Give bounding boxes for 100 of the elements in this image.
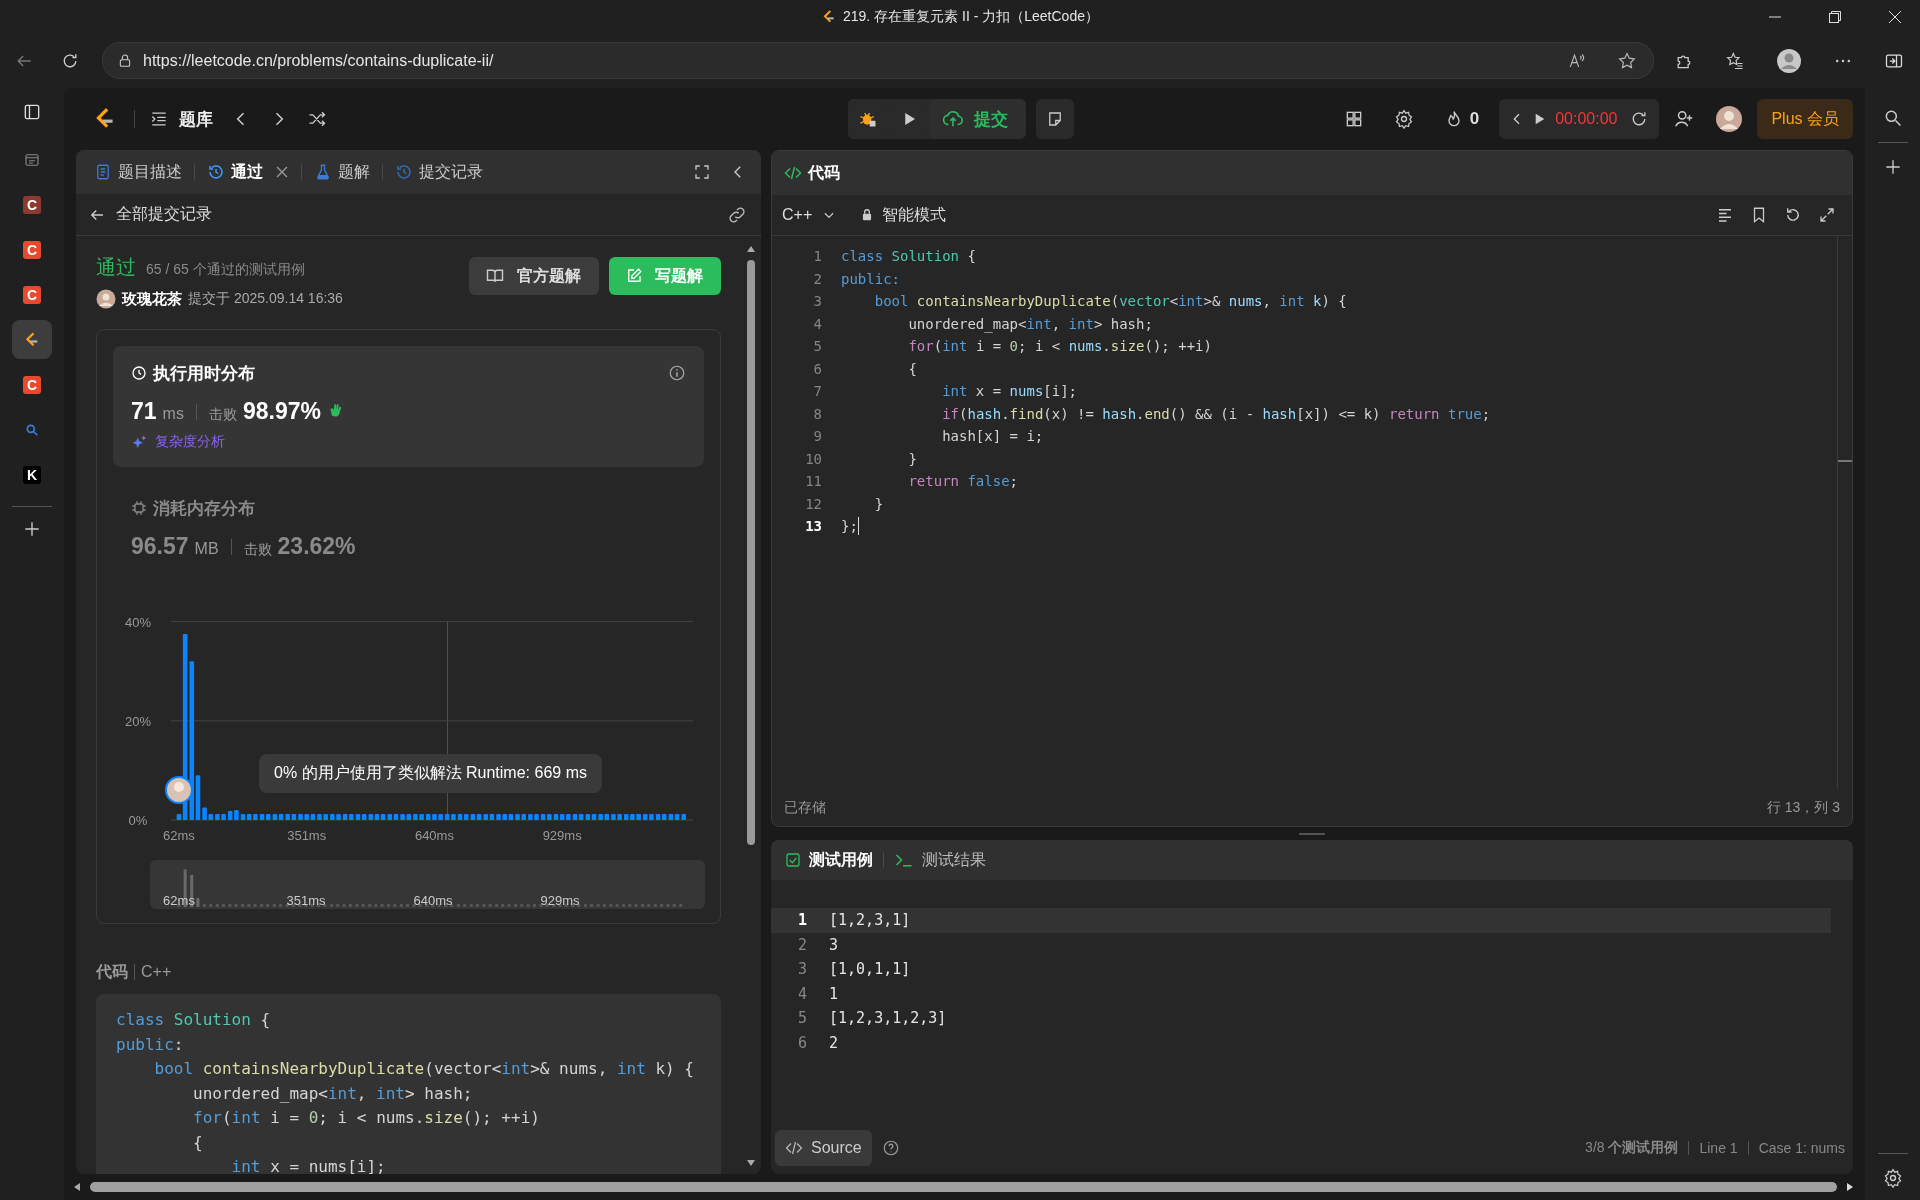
input-line[interactable]: 3 (829, 935, 839, 954)
code-line: int x = nums[i]; (941, 383, 1078, 400)
tab-item[interactable]: C (12, 365, 52, 404)
star-icon[interactable] (1617, 50, 1637, 71)
resize-handle[interactable] (1299, 832, 1325, 835)
tab[interactable]: 测试用例 (785, 849, 873, 871)
line-number: 1 (812, 248, 822, 265)
code-line: bool containsNearbyDuplicate(vector<int>& nums, int k) { (153, 1058, 695, 1080)
tab[interactable]: 题目描述 (92, 157, 184, 187)
input-line[interactable]: [1,0,1,1] (829, 960, 911, 979)
code-label: 代码 (96, 961, 128, 982)
checkbox-icon (785, 852, 801, 868)
memory-section[interactable]: 消耗内存分布 96.57 MB 击败 23.62% (113, 481, 704, 576)
section-title: 消耗内存分布 (153, 497, 255, 520)
code-line: } (907, 450, 917, 467)
site-icon: K (23, 465, 41, 484)
code-line: public: (116, 1033, 185, 1056)
code-line: hash[x] = i; (941, 428, 1044, 445)
tab-item[interactable]: C (12, 275, 52, 314)
language-select[interactable]: C++ (782, 206, 837, 224)
line-number: 11 (804, 473, 822, 490)
axis-label: 351ms (287, 828, 327, 843)
axis-label: 20% (125, 713, 151, 729)
flask-icon (314, 163, 332, 181)
tab-item[interactable]: K (12, 455, 52, 494)
beats-label: 击败 (243, 541, 272, 559)
footer-text: Case 1: nums (1758, 1140, 1845, 1156)
settings-icon[interactable] (1882, 1168, 1903, 1188)
search-icon (25, 422, 39, 437)
undo-icon[interactable] (1784, 206, 1802, 224)
line-number: 10 (804, 450, 822, 467)
input-line[interactable]: 1 (829, 984, 839, 1003)
official-solution-button[interactable]: 官方题解 (469, 257, 599, 295)
note-icon (1046, 110, 1064, 128)
add-icon[interactable] (22, 519, 42, 539)
input-line[interactable]: [1,2,3,1] (829, 911, 911, 930)
code-line: class Solution { (841, 248, 976, 265)
note-button[interactable] (1036, 99, 1074, 139)
submit-button[interactable]: 提交 (930, 99, 1026, 139)
scroll-up-icon[interactable] (746, 244, 756, 254)
info-icon[interactable] (668, 364, 686, 382)
line-number: 4 (812, 315, 822, 332)
tab-item[interactable] (12, 320, 52, 359)
panel-title: 代码 (808, 162, 840, 183)
axis-label: 0% (128, 813, 148, 828)
favorites-icon[interactable] (1725, 50, 1745, 71)
language-label: C++ (141, 963, 172, 981)
expand-icon[interactable] (1818, 206, 1836, 224)
tab[interactable]: 提交记录 (393, 157, 485, 187)
tab[interactable]: 通过 (205, 157, 291, 187)
code-line: bool containsNearbyDuplicate(vector<int>& nums, int k) { (873, 293, 1347, 310)
address-field[interactable]: https://leetcode.cn/problems/contains-duplicate-ii/ (102, 42, 1654, 79)
settings-icon[interactable] (1393, 109, 1414, 129)
tab[interactable]: 测试结果 (894, 849, 986, 871)
code-line: { (907, 360, 917, 377)
range-brush[interactable]: 62ms 351ms 640ms 929ms (150, 860, 705, 909)
profile-icon[interactable] (1776, 47, 1802, 74)
problem-list-button[interactable]: 题库 (149, 107, 213, 131)
scroll-left-icon[interactable] (72, 1182, 82, 1192)
tabs-icon[interactable] (22, 102, 42, 122)
window-title: 219. 存在重复元素 II - 力扣（LeetCode） (843, 7, 1099, 26)
tab-item[interactable]: C (12, 185, 52, 224)
input-line[interactable]: [1,2,3,1,2,3] (829, 1009, 947, 1028)
site-icon: C (23, 285, 41, 304)
code-line: unordered_map<int, int> hash; (907, 315, 1153, 332)
runtime-value: 71 (131, 398, 157, 425)
code-line: }; (841, 517, 860, 536)
scroll-right-icon[interactable] (1845, 1182, 1855, 1192)
status-text: 通过 (96, 255, 136, 280)
help-icon[interactable] (881, 1139, 900, 1157)
tab[interactable]: 题解 (312, 157, 372, 187)
line-number: 5 (796, 1009, 807, 1028)
restore-icon[interactable] (1828, 10, 1842, 24)
clock-icon (131, 365, 147, 381)
scroll-down-icon[interactable] (746, 1158, 756, 1168)
beats-percent: 98.97% (242, 398, 321, 425)
code-line: class Solution { (116, 1009, 272, 1031)
axis-label: 40% (125, 614, 151, 630)
runtime-card[interactable]: 执行用时分布 71 ms 击败 98.97% 复杂度分析 (113, 346, 704, 467)
line-number: 9 (812, 428, 822, 445)
line-number: 7 (812, 383, 822, 400)
link-icon[interactable] (727, 204, 747, 225)
beats-label: 击败 (208, 406, 237, 424)
back-link[interactable]: 全部提交记录 (88, 204, 212, 225)
test-count: 65 / 65 个通过的测试用例 (146, 261, 305, 279)
scrollbar-thumb[interactable] (747, 260, 755, 845)
tab-item[interactable]: C (12, 230, 52, 269)
format-icon[interactable] (1716, 206, 1734, 224)
shuffle-icon[interactable] (307, 109, 327, 129)
input-line[interactable]: 2 (829, 1033, 839, 1052)
code-line: } (873, 495, 884, 512)
premium-button[interactable]: Plus 会员 (1757, 99, 1853, 139)
code-line: int x = nums[i]; (230, 1156, 387, 1174)
memory-value: 96.57 (131, 533, 189, 560)
section-title: 执行用时分布 (153, 362, 255, 385)
line-number: 6 (812, 360, 822, 377)
avatar[interactable] (1715, 105, 1744, 133)
source-button[interactable]: Source (775, 1130, 872, 1166)
fullscreen-icon[interactable] (693, 163, 711, 181)
scrollbar-thumb[interactable] (90, 1182, 1837, 1192)
